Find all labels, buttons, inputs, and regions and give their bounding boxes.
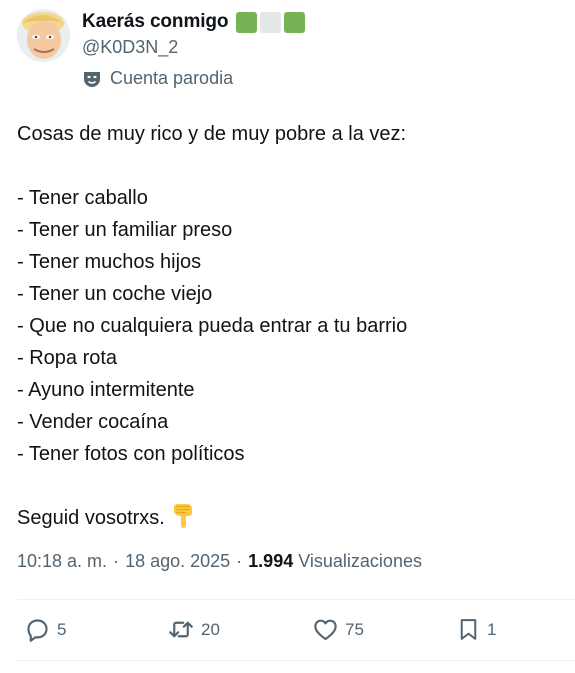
retweet-button[interactable]: 20 (167, 616, 220, 643)
divider (17, 599, 575, 600)
avatar[interactable] (17, 9, 70, 62)
bookmark-button[interactable]: 1 (456, 616, 496, 643)
tweet-line: - Tener un coche viejo (17, 283, 213, 305)
like-count: 75 (345, 619, 364, 639)
retweet-icon (169, 621, 193, 638)
tweet-actions: 5 20 75 1 (0, 604, 575, 660)
reply-icon (27, 619, 48, 642)
parody-label: Cuenta parodia (110, 68, 234, 88)
tweet-meta: 10:18 a. m. · 18 ago. 2025 · 1.994 Visua… (17, 551, 422, 572)
tweet-line: - Tener fotos con políticos (17, 443, 245, 465)
tweet-date[interactable]: 18 ago. 2025 (125, 551, 230, 572)
parody-badge: Cuenta parodia (82, 68, 233, 89)
tweet-line (17, 470, 562, 502)
tweet-line (17, 150, 562, 182)
heart-icon (314, 619, 337, 641)
user-handle[interactable]: @K0D3N_2 (82, 37, 178, 58)
theater-mask-icon (84, 71, 100, 87)
white-square-icon (260, 11, 282, 33)
tweet-line-closing: Seguid vosotrxs. (17, 502, 562, 534)
tweet-line: - Ropa rota (17, 347, 118, 369)
flag-emoji-group (236, 11, 306, 33)
tweet-line: - Tener muchos hijos (17, 251, 202, 273)
tweet-line: - Ayuno intermitente (17, 379, 195, 401)
reply-count: 5 (57, 619, 67, 639)
views-count: 1.994 (248, 551, 294, 571)
avatar-image (17, 9, 70, 62)
author-name-row: Kaerás conmigo (82, 10, 306, 34)
meta-separator: · (113, 551, 120, 571)
bookmark-icon (460, 619, 477, 640)
green-square-icon (236, 11, 258, 33)
retweet-count: 20 (201, 619, 220, 639)
tweet-line: - Que no cualquiera pueda entrar a tu ba… (17, 315, 408, 337)
reply-button[interactable]: 5 (24, 616, 66, 643)
tweet-time[interactable]: 10:18 a. m. (17, 551, 107, 572)
closing-text: Seguid vosotrxs. (17, 507, 165, 529)
divider (17, 660, 575, 661)
green-square-icon (284, 11, 306, 33)
tweet-line: - Tener caballo (17, 187, 148, 209)
display-name[interactable]: Kaerás conmigo (82, 11, 229, 33)
like-button[interactable]: 75 (312, 616, 364, 643)
tweet-line: - Tener un familiar preso (17, 219, 233, 241)
views-label: Visualizaciones (298, 551, 422, 571)
bookmark-count: 1 (487, 619, 497, 639)
pointing-down-hand-icon (171, 503, 195, 539)
tweet-text: Cosas de muy rico y de muy pobre a la ve… (17, 118, 562, 534)
tweet-line: - Vender cocaína (17, 411, 169, 433)
meta-separator: · (236, 551, 243, 571)
tweet-line: Cosas de muy rico y de muy pobre a la ve… (17, 123, 407, 145)
